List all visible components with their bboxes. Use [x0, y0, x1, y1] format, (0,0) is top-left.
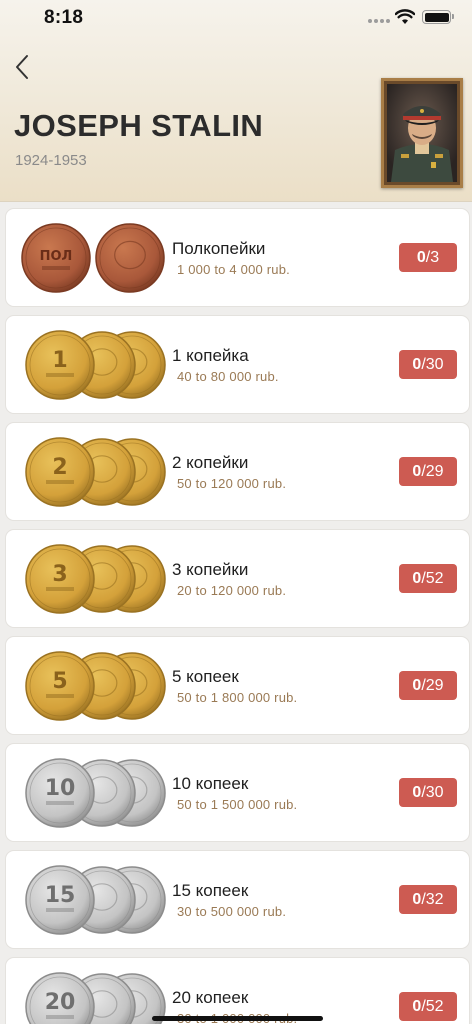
- owned-count: 0: [412, 463, 422, 480]
- total-count: /30: [421, 784, 444, 801]
- coin-name: 1 копейка: [172, 346, 249, 365]
- coin-name: 5 копеек: [172, 667, 239, 686]
- coin-card[interactable]: 10 10 копеек 50 to 1 500 000 rub. 0/30: [5, 743, 470, 842]
- home-indicator[interactable]: [152, 1016, 323, 1021]
- collection-count-badge: 0/52: [399, 564, 457, 593]
- coin-card[interactable]: 15 15 копеек 30 to 500 000 rub. 0/32: [5, 850, 470, 949]
- svg-text:1: 1: [52, 348, 67, 373]
- collection-count-badge: 0/30: [399, 350, 457, 379]
- coin-price-range: 50 to 1 800 000 rub.: [177, 690, 298, 705]
- coin-price-range: 50 to 1 500 000 rub.: [177, 797, 298, 812]
- coin-image: 2: [20, 435, 166, 509]
- coin-name: 20 копеек: [172, 988, 249, 1007]
- owned-count: 0: [412, 891, 422, 908]
- coin-card[interactable]: 2 2 копейки 50 to 120 000 rub. 0/29: [5, 422, 470, 521]
- owned-count: 0: [412, 356, 422, 373]
- total-count: /29: [421, 463, 444, 480]
- coin-name: 3 копейки: [172, 560, 249, 579]
- owned-count: 0: [412, 784, 422, 801]
- coin-image: 5: [20, 649, 166, 723]
- coin-card[interactable]: 3 3 копейки 20 to 120 000 rub. 0/52: [5, 529, 470, 628]
- svg-text:5: 5: [52, 669, 67, 694]
- svg-text:10: 10: [45, 776, 76, 801]
- collection-count-badge: 0/29: [399, 671, 457, 700]
- total-count: /29: [421, 677, 444, 694]
- total-count: /30: [421, 356, 444, 373]
- svg-text:20: 20: [45, 990, 76, 1015]
- coin-card[interactable]: ПОЛ Полкопейки 1 000 to 4 000 rub. 0/3: [5, 208, 470, 307]
- total-count: /3: [425, 249, 440, 266]
- wifi-icon: [395, 9, 415, 24]
- coin-price-range: 50 to 120 000 rub.: [177, 476, 287, 491]
- svg-text:15: 15: [45, 883, 76, 908]
- coin-image: 10: [20, 756, 166, 830]
- status-time: 8:18: [44, 7, 84, 28]
- coin-price-range: 1 000 to 4 000 rub.: [177, 262, 290, 277]
- collection-count-badge: 0/30: [399, 778, 457, 807]
- chevron-left-icon[interactable]: [10, 52, 38, 82]
- coin-card[interactable]: 5 5 копеек 50 to 1 800 000 rub. 0/29: [5, 636, 470, 735]
- svg-text:3: 3: [52, 562, 67, 587]
- owned-count: 0: [412, 677, 422, 694]
- svg-text:ПОЛ: ПОЛ: [40, 249, 73, 264]
- coin-image: ПОЛ: [20, 221, 166, 295]
- coin-price-range: 20 to 120 000 rub.: [177, 583, 287, 598]
- coin-name: 15 копеек: [172, 881, 249, 900]
- coin-name: Полкопейки: [172, 239, 266, 258]
- total-count: /52: [421, 998, 444, 1015]
- total-count: /52: [421, 570, 444, 587]
- coin-card[interactable]: 1 1 копейка 40 to 80 000 rub. 0/30: [5, 315, 470, 414]
- coin-price-range: 30 to 500 000 rub.: [177, 904, 287, 919]
- total-count: /32: [421, 891, 444, 908]
- collection-count-badge: 0/52: [399, 992, 457, 1021]
- coin-name: 2 копейки: [172, 453, 249, 472]
- coin-card[interactable]: 2020 копеек30 to 1 000 000 rub.0/52: [5, 957, 470, 1024]
- coin-price-range: 40 to 80 000 rub.: [177, 369, 279, 384]
- status-bar: 8:18: [0, 0, 472, 36]
- collection-count-badge: 0/29: [399, 457, 457, 486]
- coin-image: 15: [20, 863, 166, 937]
- owned-count: 0: [412, 570, 422, 587]
- header: 8:18 JOSEPH STALIN 1924-1953: [0, 0, 472, 202]
- battery-icon: [422, 10, 454, 24]
- svg-text:2: 2: [52, 455, 67, 480]
- portrait-image: [381, 78, 463, 188]
- cellular-signal-icon: [368, 17, 390, 23]
- coin-name: 10 копеек: [172, 774, 249, 793]
- page-title: JOSEPH STALIN: [14, 108, 264, 143]
- collection-count-badge: 0/3: [399, 243, 457, 272]
- owned-count: 0: [416, 249, 426, 266]
- years-subtitle: 1924-1953: [15, 152, 87, 169]
- coin-image: 3: [20, 542, 166, 616]
- coin-image: 20: [20, 970, 166, 1024]
- coin-image: 1: [20, 328, 166, 402]
- owned-count: 0: [412, 998, 422, 1015]
- collection-count-badge: 0/32: [399, 885, 457, 914]
